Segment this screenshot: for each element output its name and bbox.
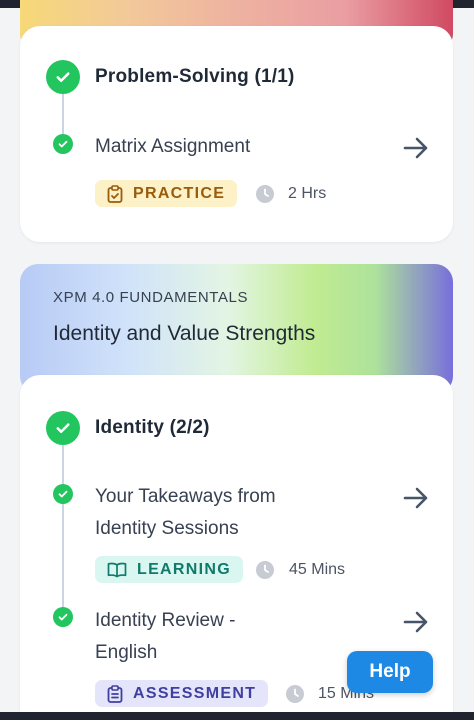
arrow-right-icon[interactable] (403, 487, 429, 509)
item-duration: 45 Mins (289, 561, 346, 578)
book-icon (107, 562, 127, 577)
bottom-nav-strip (0, 712, 474, 720)
badge-label: PRACTICE (133, 184, 226, 202)
item-title-line: Identity Sessions (95, 518, 239, 539)
timeline-line (62, 94, 64, 136)
clipboard-list-icon (107, 684, 123, 703)
item-complete-check-icon (53, 607, 73, 627)
item-title-line: Your Takeaways from (95, 486, 276, 507)
badge-label: LEARNING (137, 560, 231, 578)
help-button[interactable]: Help (347, 651, 433, 693)
practice-badge: PRACTICE (95, 180, 238, 207)
course-page: Problem-Solving (1/1) Matrix Assignment … (0, 0, 474, 720)
item-title-line: Identity Review - (95, 610, 236, 631)
arrow-right-icon[interactable] (403, 611, 429, 633)
item-title-line: English (95, 642, 158, 663)
section-title: Identity and Value Strengths (53, 322, 316, 345)
item-title[interactable]: Matrix Assignment (95, 131, 250, 163)
arrow-right-icon[interactable] (403, 137, 429, 159)
learning-badge: LEARNING (95, 556, 243, 583)
module-complete-check-icon (46, 60, 80, 94)
item-title[interactable]: Identity Review - English (95, 605, 235, 669)
module-complete-check-icon (46, 411, 80, 445)
clipboard-check-icon (107, 184, 123, 203)
clock-icon (256, 185, 274, 203)
assessment-badge: ASSESSMENT (95, 680, 269, 707)
item-complete-check-icon (53, 484, 73, 504)
item-complete-check-icon (53, 134, 73, 154)
item-title[interactable]: Your Takeaways from Identity Sessions (95, 481, 276, 545)
timeline-line (62, 445, 64, 615)
module-title: Identity (2/2) (95, 417, 210, 438)
badge-label: ASSESSMENT (133, 684, 257, 702)
section-subtitle: XPM 4.0 FUNDAMENTALS (53, 289, 249, 306)
clock-icon (286, 685, 304, 703)
module-title: Problem-Solving (1/1) (95, 66, 295, 87)
item-duration: 2 Hrs (288, 185, 327, 202)
clock-icon (256, 561, 274, 579)
